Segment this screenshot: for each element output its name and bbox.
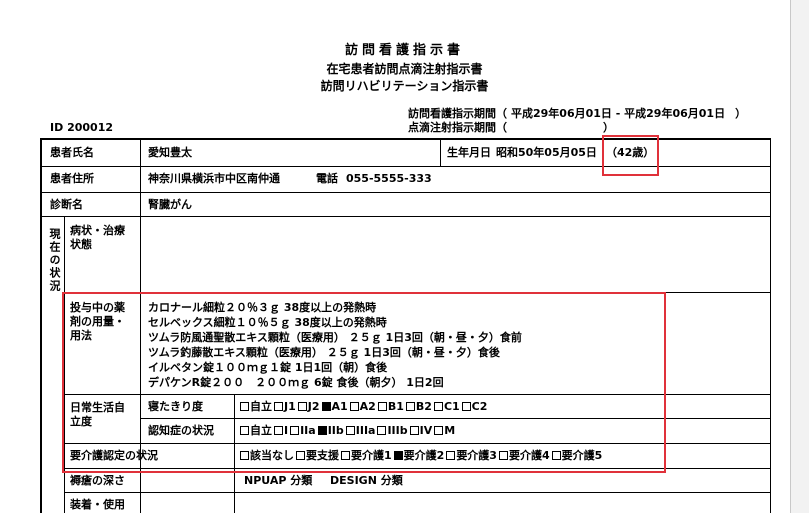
status-highlight bbox=[62, 292, 666, 473]
iv-period-end: ） bbox=[603, 121, 614, 134]
viewer-edge bbox=[790, 0, 809, 513]
name-label: 患者氏名 bbox=[50, 146, 94, 159]
document-page: 訪問看護指示書 在宅患者訪問点滴注射指示書 訪問リハビリテーション指示書 ID … bbox=[0, 0, 790, 513]
row-line bbox=[40, 166, 770, 167]
condition-label: 病状・治療状態 bbox=[70, 224, 125, 251]
nursing-period: 訪問看護指示期間（ 平成29年06月01日 - 平成29年06月01日 ） bbox=[408, 108, 746, 119]
patient-name: 愛知豊太 bbox=[148, 146, 192, 159]
col-line bbox=[140, 138, 141, 218]
current-status-label: 現在の状況 bbox=[48, 228, 61, 293]
iv-period-label: 点滴注射指示期間（ bbox=[408, 121, 507, 134]
period-value: 平成29年06月01日 - 平成29年06月01日 bbox=[511, 107, 726, 120]
row-line bbox=[64, 492, 770, 493]
period-end: ） bbox=[735, 107, 747, 120]
patient-id: ID 200012 bbox=[50, 122, 113, 133]
period-label: 訪問看護指示期間（ bbox=[408, 107, 507, 120]
id-value: 200012 bbox=[67, 121, 114, 134]
address-label: 患者住所 bbox=[50, 172, 94, 185]
col-line bbox=[440, 138, 441, 166]
title-home-nursing: 訪問看護指示書 bbox=[344, 43, 464, 58]
ulcer-depth-label: 褥瘡の深さ bbox=[70, 474, 125, 487]
patient-address: 神奈川県横浜市中区南仲通 bbox=[148, 172, 280, 185]
dob-value: 昭和50年05月05日 bbox=[496, 146, 597, 159]
id-label: ID bbox=[50, 121, 64, 134]
table-top-border bbox=[40, 138, 770, 140]
design-label: DESIGN 分類 bbox=[330, 474, 403, 487]
title-rehab-instruction: 訪問リハビリテーション指示書 bbox=[320, 79, 489, 93]
age-highlight bbox=[602, 135, 659, 176]
table-left-border bbox=[40, 138, 42, 513]
dob-label: 生年月日 bbox=[447, 146, 491, 159]
tel-label: 電話 bbox=[316, 172, 338, 185]
row-line bbox=[40, 192, 770, 193]
diagnosis-label: 診断名 bbox=[50, 198, 83, 211]
title-iv-instruction: 在宅患者訪問点滴注射指示書 bbox=[326, 62, 483, 76]
row-line bbox=[40, 216, 770, 217]
table-right-border bbox=[770, 138, 771, 513]
npuap-label: NPUAP 分類 bbox=[244, 474, 313, 487]
iv-period: 点滴注射指示期間（ ） bbox=[408, 122, 614, 133]
diagnosis-value: 腎臓がん bbox=[148, 198, 192, 211]
device-label: 装着・使用 bbox=[70, 498, 125, 511]
tel-value: 055-5555-333 bbox=[346, 172, 432, 185]
